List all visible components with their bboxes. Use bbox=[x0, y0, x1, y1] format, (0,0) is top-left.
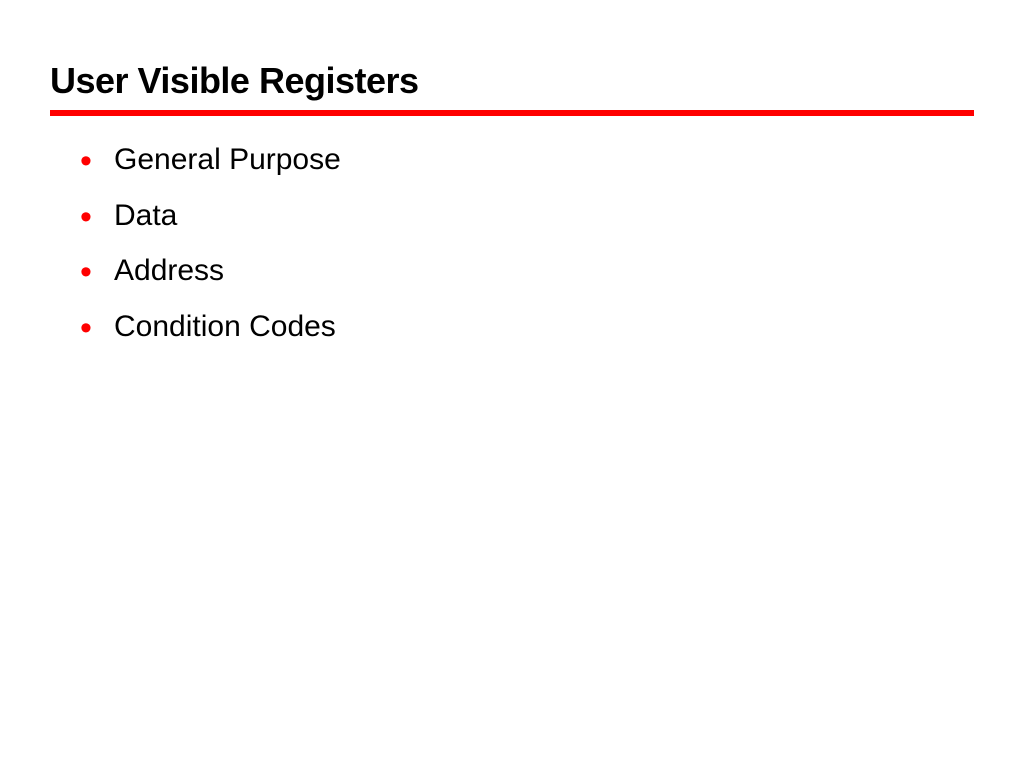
list-item: Data bbox=[80, 188, 974, 244]
slide-title: User Visible Registers bbox=[50, 60, 974, 102]
list-item: Condition Codes bbox=[80, 299, 974, 355]
bullet-list: General Purpose Data Address Condition C… bbox=[50, 132, 974, 354]
list-item: Address bbox=[80, 243, 974, 299]
list-item: General Purpose bbox=[80, 132, 974, 188]
title-divider bbox=[50, 110, 974, 116]
